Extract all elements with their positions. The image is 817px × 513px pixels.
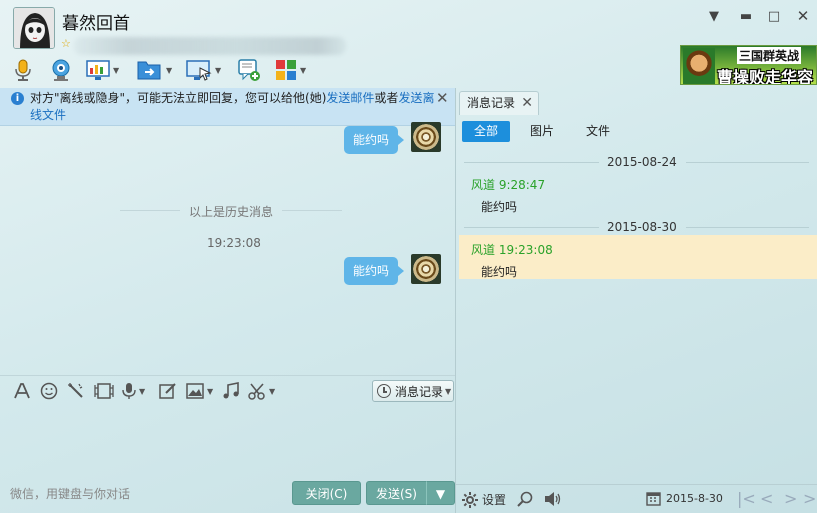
history-footer: 设置 2015-8-30 |< < > >| [456, 484, 817, 513]
ad-line-2: 曹操败走华容 [717, 68, 814, 85]
previous-page-icon[interactable]: < [760, 489, 773, 508]
history-divider-line-right [282, 210, 342, 211]
speaker-icon[interactable] [544, 491, 562, 507]
search-icon[interactable] [517, 491, 533, 507]
microphone-icon[interactable] [13, 57, 33, 83]
close-notice-icon[interactable]: ✕ [436, 89, 449, 107]
maximize-button[interactable]: □ [765, 9, 783, 24]
send-options-dropdown[interactable]: ▼ [426, 481, 455, 505]
history-sender: 风道 9:28:47 [471, 178, 546, 192]
emoji-icon[interactable] [40, 381, 58, 401]
blurred-signature [74, 37, 346, 55]
font-icon[interactable] [13, 381, 31, 401]
screen-share-icon[interactable]: ▼ [186, 57, 221, 83]
history-pane: 消息记录 ✕ 全部 图片 文件 2015-08-24 风道 9:28:47 能约… [456, 88, 817, 513]
date-picker[interactable]: 2015-8-30 [646, 491, 723, 506]
calendar-icon [646, 492, 661, 506]
edit-note-icon[interactable] [159, 381, 177, 401]
date-separator: 2015-08-30 [464, 220, 809, 234]
game-advertisement[interactable]: 三国群英战 曹操败走华容 [680, 45, 817, 85]
last-page-icon[interactable]: >| [803, 489, 817, 508]
star-icon[interactable]: ☆ [61, 37, 71, 50]
close-button[interactable]: 关闭(C) [292, 481, 361, 505]
clock-icon [377, 384, 391, 398]
self-avatar[interactable] [411, 122, 441, 152]
gear-icon [462, 491, 478, 508]
date-separator-label: 2015-08-24 [607, 155, 677, 169]
close-window-button[interactable]: ✕ [794, 7, 812, 25]
apps-icon[interactable]: ▼ [275, 57, 306, 83]
contact-avatar[interactable] [13, 7, 55, 49]
voice-message-icon[interactable]: ▼ [122, 381, 145, 401]
tab-message-history-label: 消息记录 [467, 96, 516, 110]
video-call-icon[interactable] [49, 57, 73, 83]
screenshot-scissors-icon[interactable]: ▼ [248, 381, 275, 401]
filter-files[interactable]: 文件 [586, 121, 610, 142]
message-input-placeholder: 微信，用键盘与你对话 [10, 487, 131, 501]
date-picker-value: 2015-8-30 [666, 492, 723, 505]
send-email-link[interactable]: 发送邮件 [326, 91, 374, 105]
conversation-pane: i 对方"离线或隐身"，可能无法立即回复，您可以给他(她)发送邮件或者发送离线文… [0, 88, 455, 513]
left-edge-strip [0, 126, 6, 481]
ad-character-image [683, 48, 715, 84]
chat-window: 暮然回首 ☆ ▼ ▬ □ ✕ ▼ ▼ ▼ ▼ 三国群英战 曹操败走华容 i 对方… [0, 0, 817, 513]
next-page-icon[interactable]: > [784, 489, 797, 508]
magic-wand-icon[interactable] [67, 381, 85, 401]
date-separator-label: 2015-08-30 [607, 220, 677, 234]
tab-message-history[interactable]: 消息记录 ✕ [459, 91, 539, 115]
message-history-button-label: 消息记录 [395, 384, 444, 399]
filter-all[interactable]: 全部 [462, 121, 511, 142]
message-list[interactable]: 能约吗 以上是历史消息 19:23:08 能约吗 [0, 122, 455, 376]
settings-button[interactable]: 设置 [462, 491, 506, 508]
send-button[interactable]: 发送(S) [366, 481, 426, 505]
message-timestamp: 19:23:08 [207, 236, 261, 250]
history-tab-bar: 消息记录 ✕ [456, 88, 817, 116]
message-history-button[interactable]: 消息记录 ▼ [372, 380, 454, 402]
close-tab-icon[interactable]: ✕ [521, 92, 533, 114]
first-page-icon[interactable]: |< [737, 489, 756, 508]
message-bubble[interactable]: 能约吗 [344, 126, 405, 154]
remote-desktop-icon[interactable]: ▼ [86, 57, 119, 83]
video-clip-icon[interactable] [94, 381, 114, 401]
music-icon[interactable] [222, 381, 240, 401]
menu-dropdown-icon[interactable]: ▼ [705, 9, 723, 24]
message-input[interactable] [0, 406, 455, 482]
ad-line-1: 三国群英战 [737, 47, 802, 64]
history-message[interactable]: 能约吗 [481, 198, 517, 215]
contact-name[interactable]: 暮然回首 [62, 9, 130, 34]
date-separator: 2015-08-24 [464, 155, 809, 169]
info-icon: i [11, 92, 24, 105]
offline-notice-text: 对方"离线或隐身"，可能无法立即回复，您可以给他(她)发送邮件或者发送离线文件 [30, 91, 435, 122]
image-icon[interactable]: ▼ [186, 381, 213, 401]
message-bubble[interactable]: 能约吗 [344, 257, 405, 285]
history-divider-label: 以上是历史消息 [189, 205, 274, 219]
offline-notice-bar: i 对方"离线或隐身"，可能无法立即回复，您可以给他(她)发送邮件或者发送离线文… [0, 88, 455, 126]
history-sender: 风道 19:23:08 [471, 243, 553, 257]
filter-images[interactable]: 图片 [530, 121, 554, 142]
self-avatar[interactable] [411, 254, 441, 284]
chat-header: 暮然回首 ☆ ▼ ▬ □ ✕ ▼ ▼ ▼ ▼ 三国群英战 曹操败走华容 [0, 0, 817, 88]
input-toolbar: ▼ ▼ ▼ 消息记录 ▼ [0, 375, 455, 405]
minimize-button[interactable]: ▬ [737, 9, 755, 24]
history-message[interactable]: 能约吗 [481, 263, 517, 280]
settings-label: 设置 [482, 493, 507, 507]
send-sms-icon[interactable] [237, 57, 261, 83]
history-divider-line-left [120, 210, 180, 211]
file-transfer-icon[interactable]: ▼ [137, 57, 172, 83]
